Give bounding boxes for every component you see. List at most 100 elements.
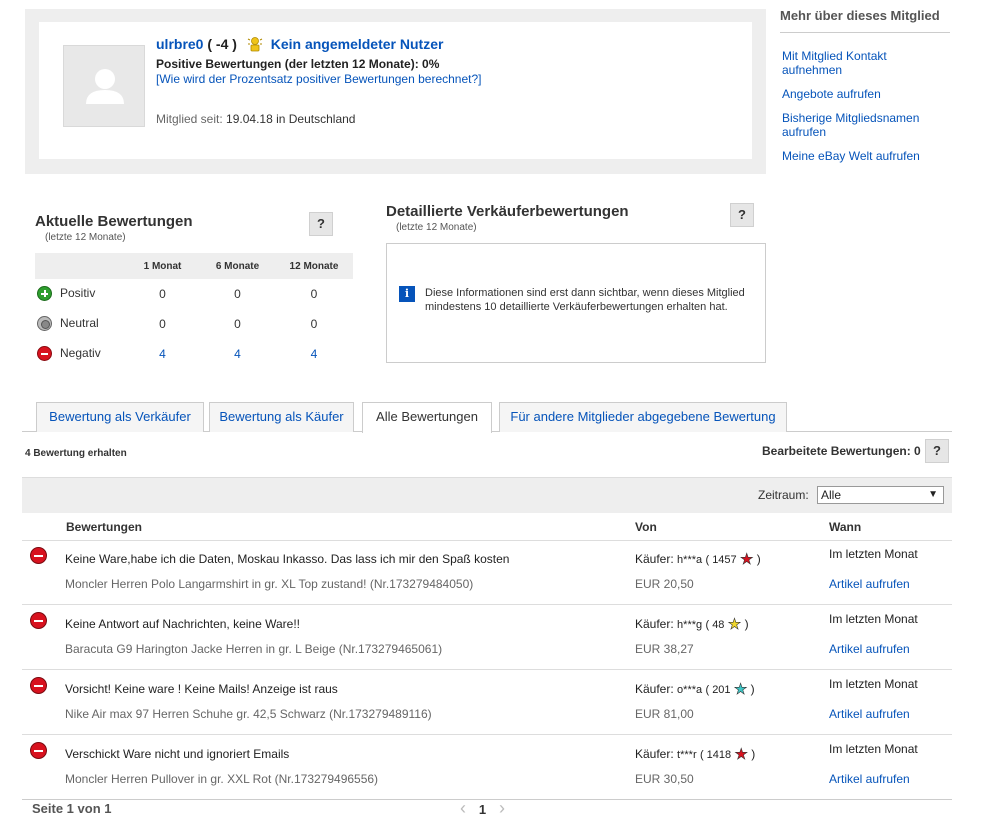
previous-usernames-link[interactable]: Bisherige Mitgliedsnamen aufrufen <box>782 111 919 139</box>
buyer-score-link[interactable]: ( 1457 <box>705 554 736 566</box>
positive-6m: 0 <box>234 287 241 301</box>
view-item-link[interactable]: Artikel aufrufen <box>829 772 910 786</box>
my-ebay-world-link[interactable]: Meine eBay Welt aufrufen <box>782 149 920 163</box>
negative-label: Negativ <box>60 346 101 361</box>
page-info: Seite 1 von 1 <box>32 801 112 816</box>
negative-12m-link[interactable]: 4 <box>311 347 318 361</box>
rating-row-negative: Negativ 4 4 4 <box>35 339 353 369</box>
feedback-item: Moncler Herren Pullover in gr. XXL Rot (… <box>65 772 379 786</box>
feedback-buyer: Käufer: o***a ( 201 ★ ) <box>635 680 755 698</box>
view-item-link[interactable]: Artikel aufrufen <box>829 642 910 656</box>
tab-left-for-others[interactable]: Für andere Mitglieder abgegebene Bewertu… <box>499 402 787 432</box>
current-ratings-subtitle: (letzte 12 Monate) <box>45 232 126 243</box>
feedback-price: EUR 30,50 <box>635 772 694 786</box>
feedback-price: EUR 20,50 <box>635 577 694 591</box>
period-select-value: Alle <box>821 488 842 502</box>
sidebar-title: Mehr über dieses Mitglied <box>780 0 950 33</box>
profile-card-inner: ulrbre0 ( -4 ) Kein angemeldeter Nutzer … <box>39 22 752 159</box>
member-since-label: Mitglied seit: <box>156 112 223 126</box>
member-since: Mitglied seit: 19.04.18 in Deutschland <box>156 112 355 126</box>
neutral-icon <box>37 315 52 331</box>
member-sidebar: Mehr über dieses Mitglied Mit Mitglied K… <box>780 0 950 173</box>
feedback-received-count: 4 Bewertung erhalten <box>25 448 127 459</box>
buyer-name-link[interactable]: o***a <box>677 684 702 696</box>
feedback-star-icon: ★ <box>733 680 748 698</box>
header-when: Wann <box>829 520 862 534</box>
score-close: ) <box>228 36 237 53</box>
header-ratings: Bewertungen <box>66 520 143 534</box>
not-registered-link[interactable]: Kein angemeldeter Nutzer <box>271 36 444 52</box>
contact-member-link[interactable]: Mit Mitglied Kontakt aufnehmen <box>782 49 887 77</box>
current-ratings-title: Aktuelle Bewertungen <box>35 213 193 230</box>
negative-feedback-icon <box>30 547 47 564</box>
percentage-explanation-link[interactable]: [Wie wird der Prozentsatz positiver Bewe… <box>156 72 482 86</box>
buyer-score-link[interactable]: ( 201 <box>705 684 730 696</box>
tab-as-buyer[interactable]: Bewertung als Käufer <box>209 402 354 432</box>
positive-1m: 0 <box>159 287 166 301</box>
feedback-row: Verschickt Ware nicht und ignoriert Emai… <box>22 735 952 800</box>
negative-1m-link[interactable]: 4 <box>159 347 166 361</box>
rating-row-neutral: Neutral 0 0 0 <box>35 309 353 339</box>
col-6-months: 6 Monate <box>200 253 275 279</box>
positive-percentage: Positive Bewertungen (der letzten 12 Mon… <box>156 57 440 71</box>
view-listings-link[interactable]: Angebote aufrufen <box>782 87 881 101</box>
negative-6m-link[interactable]: 4 <box>234 347 241 361</box>
feedback-price: EUR 81,00 <box>635 707 694 721</box>
buyer-name-link[interactable]: t***r <box>677 749 697 761</box>
view-item-link[interactable]: Artikel aufrufen <box>829 577 910 591</box>
feedback-row: Keine Antwort auf Nachrichten, keine War… <box>22 605 952 670</box>
positive-label: Positiv <box>60 286 96 301</box>
feedback-score-link[interactable]: -4 <box>216 36 228 52</box>
not-registered-icon <box>247 36 263 55</box>
buyer-close: ) <box>747 747 756 761</box>
next-page-icon[interactable]: › <box>499 798 505 818</box>
username-line: ulrbre0 ( -4 ) Kein angemeldeter Nutzer <box>156 36 443 55</box>
view-item-link[interactable]: Artikel aufrufen <box>829 707 910 721</box>
filter-bar <box>22 477 952 513</box>
feedback-comment: Keine Antwort auf Nachrichten, keine War… <box>65 617 301 631</box>
feedback-comment: Vorsicht! Keine ware ! Keine Mails! Anze… <box>65 682 338 696</box>
feedback-buyer: Käufer: h***a ( 1457 ★ ) <box>635 550 761 568</box>
neutral-6m: 0 <box>234 317 241 331</box>
page-number-current[interactable]: 1 <box>479 802 486 817</box>
info-icon: i <box>399 286 415 302</box>
previous-page-icon[interactable]: ‹ <box>460 798 466 818</box>
tab-as-seller[interactable]: Bewertung als Verkäufer <box>36 402 204 432</box>
feedback-star-icon: ★ <box>727 615 742 633</box>
username-link[interactable]: ulrbre0 <box>156 36 203 52</box>
pagination: ‹ 1 › <box>460 798 505 818</box>
buyer-score-link[interactable]: ( 1418 <box>700 749 731 761</box>
buyer-name-link[interactable]: h***g <box>677 619 702 631</box>
positive-12m: 0 <box>310 287 318 301</box>
feedback-buyer: Käufer: h***g ( 48 ★ ) <box>635 615 749 633</box>
edited-feedback-count: Bearbeitete Bewertungen: 0 <box>762 444 921 458</box>
feedback-buyer: Käufer: t***r ( 1418 ★ ) <box>635 747 756 763</box>
feedback-star-icon: ★ <box>740 550 754 568</box>
buyer-label: Käufer: <box>635 617 674 631</box>
feedback-when: Im letzten Monat <box>829 742 918 756</box>
current-ratings-help-button[interactable]: ? <box>309 212 333 236</box>
user-silhouette-icon <box>86 69 124 104</box>
feedback-when: Im letzten Monat <box>829 547 918 561</box>
neutral-1m: 0 <box>159 317 166 331</box>
col-1-month: 1 Monat <box>125 253 200 279</box>
positive-icon <box>37 285 52 301</box>
buyer-score-link[interactable]: ( 48 <box>705 619 724 631</box>
feedback-row: Keine Ware,habe ich die Daten, Moskau In… <box>22 540 952 605</box>
neutral-12m: 0 <box>310 317 318 331</box>
buyer-close: ) <box>753 552 761 566</box>
tab-all-feedback[interactable]: Alle Bewertungen <box>362 402 492 433</box>
member-since-value: 19.04.18 in Deutschland <box>226 112 356 126</box>
detailed-ratings-info-text: Diese Informationen sind erst dann sicht… <box>425 287 745 313</box>
neutral-label: Neutral <box>60 316 99 331</box>
ratings-table: 1 Monat 6 Monate 12 Monate Positiv 0 0 0… <box>35 253 353 369</box>
edited-help-button[interactable]: ? <box>925 439 949 463</box>
detailed-ratings-subtitle: (letzte 12 Monate) <box>396 222 477 233</box>
buyer-name-link[interactable]: h***a <box>677 554 702 566</box>
detailed-ratings-title: Detaillierte Verkäuferbewertungen <box>386 203 629 220</box>
feedback-comment: Verschickt Ware nicht und ignoriert Emai… <box>65 747 290 761</box>
buyer-close: ) <box>747 682 755 696</box>
period-select[interactable]: Alle ▼ <box>817 486 944 504</box>
feedback-table-header: Bewertungen Von Wann <box>22 513 952 541</box>
detailed-ratings-help-button[interactable]: ? <box>730 203 754 227</box>
